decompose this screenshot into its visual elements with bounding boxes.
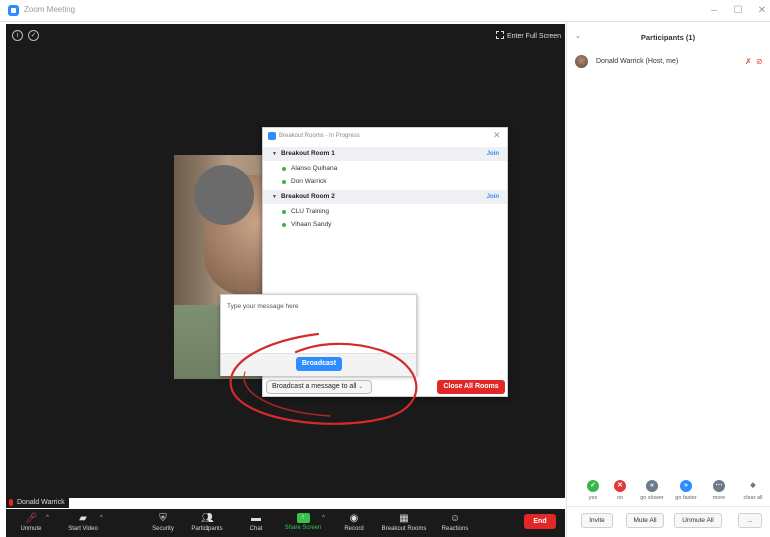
avatar — [575, 55, 588, 68]
eraser-icon: ◆ — [747, 480, 759, 492]
muted-mic-icon: 🎤︎ — [25, 513, 38, 524]
unmute-label: Unmute — [20, 526, 42, 532]
breakout-rooms-label: Breakout Rooms — [381, 526, 427, 532]
feedback-more-button[interactable]: ⋯ more — [704, 480, 734, 501]
chat-button[interactable]: ▬ Chat — [242, 509, 270, 537]
feedback-label: go faster — [675, 495, 697, 501]
meeting-toolbar: 🎤︎ Unmute ^ ▰ Start Video ^ ⛨ Security 👥… — [6, 509, 565, 537]
share-screen-button[interactable]: ↑ Share Screen — [282, 509, 324, 537]
chevron-up-icon[interactable]: ^ — [46, 515, 49, 521]
video-off-icon[interactable]: ⊘ — [756, 57, 763, 66]
video-off-icon: ▰ — [79, 513, 87, 524]
breakout-rooms-icon: ▦ — [399, 513, 409, 524]
name-label-text: Donald Warrick — [17, 499, 65, 506]
feedback-go-slower-button[interactable]: « go slower — [637, 480, 667, 501]
participant-name[interactable]: Donald Warrick (Host, me) — [596, 58, 678, 65]
end-meeting-button[interactable]: End — [524, 514, 556, 529]
participant-name-label: Donald Warrick — [6, 497, 69, 508]
record-label: Record — [344, 526, 364, 532]
share-screen-icon: ↑ — [296, 513, 310, 523]
chevron-up-icon[interactable]: ^ — [100, 515, 103, 521]
feedback-label: clear all — [743, 495, 763, 501]
shield-icon: ⛨ — [159, 513, 167, 524]
more-options-button[interactable]: ... — [738, 513, 762, 528]
start-video-button[interactable]: ▰ Start Video — [62, 509, 104, 537]
feedback-label: no — [616, 495, 624, 501]
feedback-go-faster-button[interactable]: » go faster — [671, 480, 701, 501]
mute-all-button[interactable]: Mute All — [626, 513, 664, 528]
unmute-all-button[interactable]: Unmute All — [674, 513, 722, 528]
participants-label: Participants — [191, 526, 223, 532]
feedback-label: yes — [588, 495, 598, 501]
chat-label: Chat — [249, 526, 263, 532]
chevron-up-icon[interactable]: ^ — [322, 515, 325, 521]
feedback-no-button[interactable]: ✕ no — [605, 480, 635, 501]
muted-mic-icon[interactable]: ✗ — [745, 57, 752, 66]
participants-button[interactable]: 👥︎1 Participants — [186, 509, 228, 537]
participants-panel — [566, 22, 770, 537]
x-icon: ✕ — [614, 480, 626, 492]
rewind-icon: « — [646, 480, 658, 492]
reactions-button[interactable]: ☺ Reactions — [438, 509, 472, 537]
muted-mic-icon — [9, 499, 13, 506]
security-button[interactable]: ⛨ Security — [146, 509, 180, 537]
feedback-label: go slower — [640, 495, 664, 501]
more-icon: ⋯ — [713, 480, 725, 492]
feedback-label: more — [712, 495, 726, 501]
feedback-yes-button[interactable]: ✓ yes — [578, 480, 608, 501]
participants-icon: 👥︎1 — [201, 513, 214, 532]
checkmark-icon: ✓ — [587, 480, 599, 492]
participants-panel-title: Participants (1) — [640, 33, 696, 42]
chat-icon: ▬ — [251, 513, 261, 524]
reactions-icon: ☺ — [449, 513, 461, 524]
start-video-label: Start Video — [68, 526, 98, 532]
unmute-button[interactable]: 🎤︎ Unmute — [14, 509, 48, 537]
fast-forward-icon: » — [680, 480, 692, 492]
feedback-clear-all-button[interactable]: ◆ clear all — [738, 480, 768, 501]
share-screen-label: Share Screen — [284, 525, 322, 531]
record-icon: ◉ — [349, 513, 359, 524]
invite-button[interactable]: Invite — [581, 513, 613, 528]
security-label: Security — [152, 526, 174, 532]
reactions-label: Reactions — [441, 526, 469, 532]
record-button[interactable]: ◉ Record — [340, 509, 368, 537]
breakout-rooms-button[interactable]: ▦ Breakout Rooms — [378, 509, 430, 537]
